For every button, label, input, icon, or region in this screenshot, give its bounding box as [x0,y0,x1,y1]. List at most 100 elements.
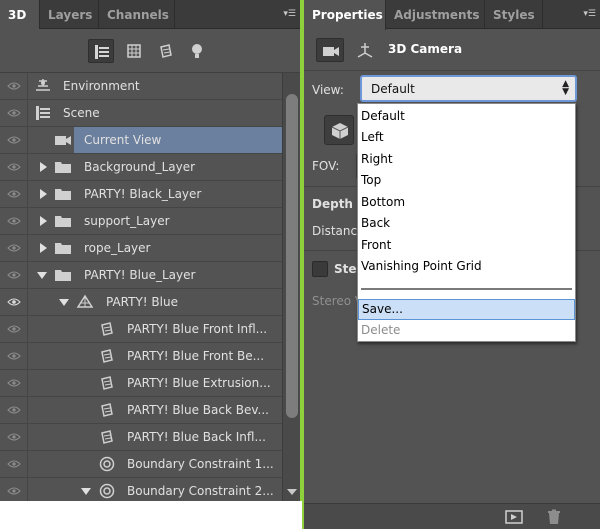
scene-row-scene[interactable]: Scene [0,100,282,127]
tab-3d[interactable]: 3D [0,0,40,30]
stereo-checkbox[interactable] [312,261,328,277]
visibility-toggle[interactable] [0,424,28,450]
cube-view-button[interactable] [324,115,354,145]
view-option-default[interactable]: Default [358,106,575,127]
3d-panel: 3D Layers Channels ▾☰ Environment Scene … [0,0,302,501]
scene-row-support-layer[interactable]: support_Layer [0,208,282,235]
collapse-arrow-icon[interactable] [37,270,47,280]
visibility-toggle[interactable] [0,370,28,396]
eye-icon [7,109,21,117]
trash-icon[interactable] [546,509,562,525]
visibility-toggle[interactable] [0,208,28,234]
material-icon [101,376,113,390]
panel-menu-icon[interactable]: ▾☰ [278,8,296,20]
scene-row-material[interactable]: PARTY! Blue Extrusion... [0,370,282,397]
view-option-vanishing-point-grid[interactable]: Vanishing Point Grid [358,256,575,277]
scene-row-rope-layer[interactable]: rope_Layer [0,235,282,262]
view-select[interactable]: Default ▲ ▼ [360,75,577,102]
eye-icon [7,163,21,171]
visibility-toggle[interactable] [0,451,28,477]
visibility-toggle[interactable] [0,316,28,342]
visibility-toggle[interactable] [0,100,28,126]
render-icon[interactable] [505,509,523,525]
updown-arrows-icon: ▲ ▼ [562,79,569,97]
scene-row-label: PARTY! Blue Extrusion... [127,376,271,390]
view-option-right[interactable]: Right [358,149,575,170]
coordinates-icon[interactable] [356,41,374,59]
tab-styles[interactable]: Styles [485,0,543,29]
scene-row-label: PARTY! Black_Layer [84,187,202,201]
scene-row-background-layer[interactable]: Background_Layer [0,154,282,181]
scene-row-material[interactable]: PARTY! Blue Back Bev... [0,397,282,424]
camera-icon [323,47,339,56]
eye-icon [7,460,21,468]
view-option-front[interactable]: Front [358,235,575,256]
eye-icon [7,82,21,90]
scene-row-environment[interactable]: Environment [0,73,282,100]
visibility-toggle[interactable] [0,181,28,207]
save-view-option[interactable]: Save... [358,299,575,320]
scene-row-label: Scene [63,106,100,120]
view-option-bottom[interactable]: Bottom [358,192,575,213]
visibility-toggle[interactable] [0,397,28,423]
view-dropdown-list: Default Left Right Top Bottom Back Front… [357,103,576,342]
scene-row-current-view[interactable]: Current View [0,127,282,154]
properties-title: 3D Camera [388,42,463,56]
view-option-top[interactable]: Top [358,170,575,191]
scroll-down-icon[interactable] [287,489,297,495]
whole-scene-filter-button[interactable] [88,39,114,63]
scene-row-label: Boundary Constraint 1... [127,457,274,471]
scene-row-constraint[interactable]: Boundary Constraint 1... [0,451,282,478]
tab-channels[interactable]: Channels [99,0,175,29]
scene-row-label: PARTY! Blue Front Infl... [127,322,268,336]
camera-properties-button[interactable] [316,38,344,62]
properties-header: 3D Camera [304,29,600,71]
tab-adjustments[interactable]: Adjustments [386,0,485,29]
visibility-toggle[interactable] [0,235,28,261]
lights-filter-button[interactable] [184,39,210,63]
scene-row-constraint[interactable]: Boundary Constraint 2... [0,478,282,501]
lights-filter-icon [192,44,202,58]
visibility-toggle[interactable] [0,289,28,315]
constraint-icon [99,483,115,499]
scene-row-material[interactable]: PARTY! Blue Front Infl... [0,316,282,343]
collapse-arrow-icon[interactable] [81,486,91,496]
tab-properties[interactable]: Properties [304,0,386,30]
scene-row-party-blue-mesh[interactable]: PARTY! Blue [0,289,282,316]
expand-arrow-icon[interactable] [38,189,48,199]
visibility-toggle[interactable] [0,127,28,153]
folder-icon [55,216,71,227]
meshes-filter-button[interactable] [121,39,147,63]
tab-layers[interactable]: Layers [40,0,99,29]
scene-row-label: support_Layer [84,214,170,228]
scene-row-material[interactable]: PARTY! Blue Back Infl... [0,424,282,451]
view-option-back[interactable]: Back [358,213,575,234]
scrollbar-thumb[interactable] [286,94,298,418]
environment-icon [36,79,50,91]
scene-row-party-black-layer[interactable]: PARTY! Black_Layer [0,181,282,208]
scene-row-material[interactable]: PARTY! Blue Front Be... [0,343,282,370]
scene-row-party-blue-layer[interactable]: PARTY! Blue_Layer [0,262,282,289]
expand-arrow-icon[interactable] [38,216,48,226]
camera-icon [55,136,71,145]
material-icon [101,322,113,336]
eye-icon [7,406,21,414]
eye-icon [7,217,21,225]
collapse-arrow-icon[interactable] [59,297,69,307]
scene-row-label: Background_Layer [84,160,196,174]
materials-filter-button[interactable] [153,39,179,63]
visibility-toggle[interactable] [0,478,28,501]
visibility-toggle[interactable] [0,343,28,369]
delete-view-option: Delete [361,323,401,337]
view-label: View: [312,83,344,97]
visibility-toggle[interactable] [0,262,28,288]
expand-arrow-icon[interactable] [38,162,48,172]
eye-icon [7,379,21,387]
visibility-toggle[interactable] [0,154,28,180]
properties-panel-tabbar: Properties Adjustments Styles ▾☰ [304,0,600,30]
scene-list-scrollbar[interactable] [282,73,300,501]
view-option-left[interactable]: Left [358,127,575,148]
panel-menu-icon[interactable]: ▾☰ [578,8,596,20]
expand-arrow-icon[interactable] [38,243,48,253]
visibility-toggle[interactable] [0,73,28,99]
